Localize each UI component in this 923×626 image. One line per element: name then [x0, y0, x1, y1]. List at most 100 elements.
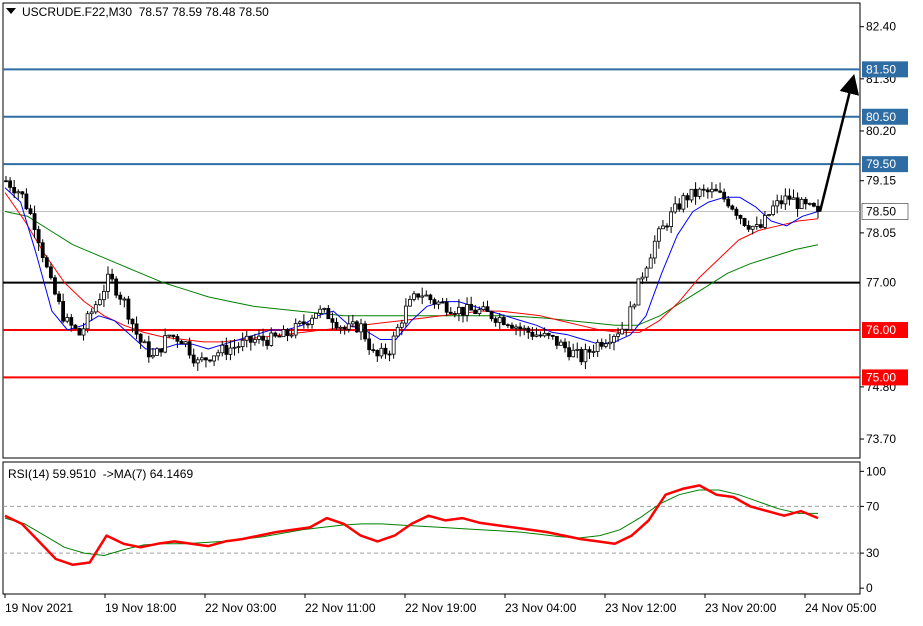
candle-body: [150, 354, 155, 358]
candle-body: [718, 190, 722, 193]
candle-body: [416, 293, 421, 298]
candle-body: [4, 180, 8, 183]
candle-body: [689, 188, 694, 201]
candle-body: [636, 278, 641, 306]
candle-body: [624, 328, 629, 331]
candle-body: [297, 321, 302, 324]
candle-body: [281, 329, 286, 338]
candle-body: [746, 225, 751, 230]
candle-body: [554, 336, 559, 346]
candle-body: [807, 202, 812, 205]
collapse-triangle-icon[interactable]: [6, 8, 16, 14]
candle-body: [710, 188, 714, 193]
candle-body: [155, 348, 159, 356]
time-tick-label: 23 Nov 20:00: [705, 601, 777, 615]
candle-body: [428, 294, 433, 301]
candle-body: [142, 341, 147, 344]
level-price-label: 81.50: [866, 62, 896, 76]
candle-body: [791, 197, 796, 200]
rsi-tick-label: 100: [866, 464, 886, 478]
rsi-ma-label: ->MA(7) 64.1469: [102, 467, 194, 481]
candle-body: [228, 347, 233, 355]
candle-body: [220, 344, 225, 354]
candle-body: [775, 200, 780, 207]
candle-body: [489, 311, 494, 320]
candle-body: [616, 333, 620, 337]
price-tick-label: 79.15: [866, 174, 896, 188]
candle-body: [261, 335, 265, 341]
rsi-header: RSI(14) 59.9510 ->MA(7) 64.1469: [8, 467, 193, 481]
candle-body: [501, 317, 506, 326]
candle-body: [714, 188, 718, 192]
candle-body: [187, 341, 192, 356]
candle-body: [391, 335, 396, 355]
candle-body: [399, 322, 404, 328]
candle-body: [383, 347, 388, 355]
candle-body: [403, 305, 408, 324]
candle-body: [232, 346, 237, 349]
candle-body: [701, 188, 706, 191]
candle-body: [159, 348, 163, 353]
candle-body: [771, 205, 776, 215]
level-price-label: 80.50: [866, 110, 896, 124]
candle-body: [685, 195, 690, 201]
price-tick-label: 78.05: [866, 226, 896, 240]
candle-body: [81, 328, 86, 336]
candle-body: [257, 335, 261, 340]
candle-body: [632, 304, 637, 308]
candle-body: [97, 299, 102, 306]
candle-body: [595, 341, 600, 352]
candle-body: [571, 349, 576, 358]
candle-body: [656, 228, 661, 242]
candle-body: [546, 332, 551, 336]
candle-body: [795, 197, 800, 209]
candle-body: [48, 266, 53, 279]
candle-body: [118, 294, 123, 300]
candle-body: [350, 321, 355, 325]
candle-body: [514, 326, 518, 329]
candle-body: [28, 208, 33, 215]
candle-body: [461, 306, 465, 316]
candle-body: [705, 189, 710, 193]
candle-body: [697, 188, 702, 197]
candle-body: [481, 306, 486, 311]
candle-body: [20, 191, 25, 195]
candle-body: [57, 293, 61, 302]
rsi-value-label: RSI(14) 59.9510: [8, 467, 97, 481]
candle-body: [534, 334, 539, 337]
candle-body: [265, 339, 270, 346]
level-price-label: 76.00: [866, 323, 896, 337]
candle-body: [61, 301, 66, 322]
candle-body: [77, 328, 82, 336]
candle-body: [355, 321, 359, 333]
time-tick-label: 23 Nov 04:00: [505, 601, 577, 615]
candle-body: [640, 276, 645, 280]
candle-body: [448, 311, 453, 314]
candle-body: [273, 332, 278, 337]
candle-body: [603, 343, 608, 347]
candle-body: [342, 326, 347, 330]
candle-body: [734, 208, 739, 216]
candle-body: [183, 341, 188, 345]
candle-body: [93, 304, 98, 313]
candle-body: [763, 215, 767, 228]
candle-body: [473, 309, 478, 314]
candle-body: [738, 215, 743, 219]
candle-body: [322, 308, 327, 310]
price-tick-label: 80.20: [866, 124, 896, 138]
candle-body: [563, 341, 567, 349]
time-tick-label: 22 Nov 11:00: [305, 601, 376, 615]
candle-body: [106, 273, 110, 292]
candle-body: [334, 321, 339, 328]
candle-body: [102, 290, 106, 301]
time-tick-label: 22 Nov 03:00: [205, 601, 277, 615]
time-tick-label: 19 Nov 18:00: [105, 601, 177, 615]
candle-body: [812, 202, 816, 207]
candle-body: [269, 332, 274, 346]
candle-body: [244, 335, 249, 341]
candle-body: [330, 318, 335, 323]
candle-body: [65, 317, 70, 322]
candle-body: [444, 301, 449, 313]
candle-body: [730, 205, 735, 210]
candle-body: [110, 273, 114, 280]
